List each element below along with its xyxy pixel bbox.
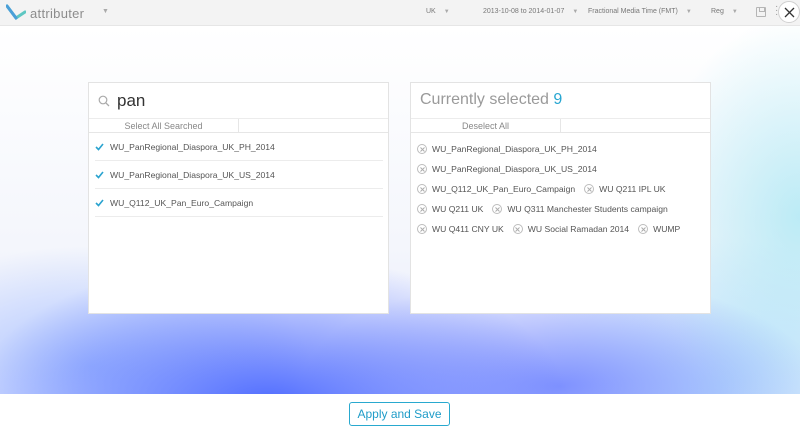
region-value: UK — [426, 8, 436, 15]
view-value: Reg — [711, 8, 724, 15]
result-label: WU_PanRegional_Diaspora_UK_PH_2014 — [110, 141, 275, 152]
close-circle-icon[interactable] — [584, 184, 595, 194]
result-label: WU_Q112_UK_Pan_Euro_Campaign — [110, 197, 254, 208]
selected-items: WU_PanRegional_Diaspora_UK_PH_2014 WU_Pa… — [411, 133, 710, 239]
search-actions: Select All Searched — [89, 118, 388, 133]
chip-label: WU_Q112_UK_Pan_Euro_Campaign — [432, 184, 576, 194]
selected-chip[interactable]: WU Q411 CNY UK — [417, 219, 504, 239]
date-range-filter[interactable]: 2013-10-08 to 2014-01-07 ▼ — [483, 8, 578, 15]
save-icon[interactable] — [756, 7, 766, 17]
chip-label: WU Q311 Manchester Students campaign — [507, 204, 668, 214]
selected-title: Currently selected 9 — [420, 91, 562, 109]
close-circle-icon[interactable] — [492, 204, 503, 214]
apply-and-save-button[interactable]: Apply and Save — [349, 402, 450, 426]
action-spacer — [239, 119, 388, 132]
check-icon — [95, 142, 104, 151]
close-icon — [784, 7, 794, 17]
selected-panel: Currently selected 9 Deselect All WU_Pan… — [410, 82, 711, 314]
deselect-all-button[interactable]: Deselect All — [411, 119, 561, 132]
selected-count: 9 — [553, 91, 563, 108]
app-logo[interactable]: attributer — [6, 4, 84, 22]
close-button[interactable] — [778, 1, 800, 23]
region-filter[interactable]: UK ▼ — [426, 8, 450, 15]
chip-label: WU Social Ramadan 2014 — [527, 224, 630, 234]
chip-label: WUMP — [653, 224, 681, 234]
selected-title-text: Currently selected — [420, 91, 549, 108]
search-panel: Select All Searched WU_PanRegional_Diasp… — [88, 82, 389, 314]
close-circle-icon[interactable] — [417, 164, 427, 174]
close-circle-icon[interactable] — [638, 224, 649, 234]
top-bar: attributer ▼ UK ▼ 2013-10-08 to 2014-01-… — [0, 0, 800, 26]
chevron-down-icon: ▼ — [443, 8, 450, 15]
action-spacer — [561, 119, 710, 132]
selected-chip[interactable]: WU_Q112_UK_Pan_Euro_Campaign — [417, 179, 575, 199]
close-circle-icon[interactable] — [417, 204, 427, 214]
chip-label: WU_PanRegional_Diaspora_UK_US_2014 — [432, 164, 597, 174]
close-circle-icon[interactable] — [417, 144, 427, 154]
search-input[interactable] — [117, 89, 377, 113]
selected-header: Currently selected 9 — [411, 83, 710, 118]
selected-chip[interactable]: WU_PanRegional_Diaspora_UK_US_2014 — [417, 159, 597, 179]
list-item[interactable]: WU_PanRegional_Diaspora_UK_PH_2014 — [95, 133, 383, 161]
chevron-down-icon: ▼ — [572, 8, 579, 15]
selected-chip[interactable]: WU Q311 Manchester Students campaign — [492, 199, 668, 219]
search-icon — [98, 95, 110, 107]
attribution-model-filter[interactable]: Fractional Media Time (FMT) ▼ — [588, 8, 692, 15]
selected-chip[interactable]: WU Q211 UK — [417, 199, 483, 219]
close-circle-icon[interactable] — [512, 224, 523, 234]
check-icon — [95, 198, 104, 207]
close-circle-icon[interactable] — [417, 184, 427, 194]
result-label: WU_PanRegional_Diaspora_UK_US_2014 — [110, 169, 275, 180]
chip-label: WU Q411 CNY UK — [432, 224, 504, 234]
chevron-down-icon: ▼ — [731, 8, 738, 15]
date-range-value: 2013-10-08 to 2014-01-07 — [483, 8, 565, 15]
app-name: attributer — [30, 5, 85, 21]
chip-label: WU_PanRegional_Diaspora_UK_PH_2014 — [432, 144, 597, 154]
selected-chip[interactable]: WUMP — [638, 219, 680, 239]
selected-actions: Deselect All — [411, 118, 710, 133]
view-filter[interactable]: Reg ▼ — [711, 8, 738, 15]
close-circle-icon[interactable] — [417, 224, 427, 234]
chip-label: WU Q211 IPL UK — [599, 184, 666, 194]
selected-chip[interactable]: WU Q211 IPL UK — [584, 179, 666, 199]
check-icon — [95, 170, 104, 179]
chevron-down-icon: ▼ — [685, 8, 692, 15]
search-header — [89, 83, 388, 118]
list-item[interactable]: WU_PanRegional_Diaspora_UK_US_2014 — [95, 161, 383, 189]
selected-chip[interactable]: WU_PanRegional_Diaspora_UK_PH_2014 — [417, 139, 597, 159]
selected-chip[interactable]: WU Social Ramadan 2014 — [512, 219, 630, 239]
select-all-searched-button[interactable]: Select All Searched — [89, 119, 239, 132]
chevron-down-icon[interactable]: ▼ — [102, 8, 109, 15]
model-value: Fractional Media Time (FMT) — [588, 8, 678, 15]
attributer-logo-icon — [6, 4, 26, 21]
chip-label: WU Q211 UK — [432, 204, 484, 214]
search-results: WU_PanRegional_Diaspora_UK_PH_2014 WU_Pa… — [89, 133, 388, 217]
list-item[interactable]: WU_Q112_UK_Pan_Euro_Campaign — [95, 189, 383, 217]
